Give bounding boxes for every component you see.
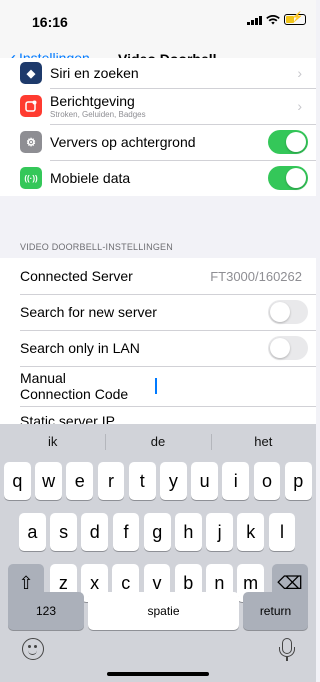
connected-server-value: FT3000/160262 bbox=[210, 268, 302, 284]
emoji-icon[interactable] bbox=[22, 638, 44, 660]
key-e[interactable]: e bbox=[66, 462, 94, 500]
search-lan-row: Search only in LAN bbox=[0, 330, 316, 366]
status-time: 16:16 bbox=[32, 14, 68, 30]
key-y[interactable]: y bbox=[160, 462, 187, 500]
battery-icon: ⚡ bbox=[284, 12, 306, 25]
chevron-right-icon: › bbox=[297, 65, 302, 81]
antenna-icon: ((·)) bbox=[20, 167, 42, 189]
status-bar: 16:16 ⚡ bbox=[0, 0, 316, 46]
mobile-data-row: ((·)) Mobiele data bbox=[0, 160, 316, 196]
wifi-icon bbox=[266, 14, 280, 24]
key-h[interactable]: h bbox=[175, 513, 202, 551]
search-new-server-row: Search for new server bbox=[0, 294, 316, 330]
background-refresh-toggle[interactable] bbox=[268, 130, 308, 154]
key-s[interactable]: s bbox=[50, 513, 77, 551]
text-cursor bbox=[155, 378, 157, 394]
key-k[interactable]: k bbox=[237, 513, 265, 551]
siri-label: Siri en zoeken bbox=[50, 65, 139, 81]
status-icons: ⚡ bbox=[247, 12, 306, 25]
microphone-base bbox=[286, 656, 288, 661]
key-t[interactable]: t bbox=[128, 462, 156, 500]
key-u[interactable]: u bbox=[191, 462, 218, 500]
notifications-sublabel: Stroken, Geluiden, Badges bbox=[50, 110, 146, 119]
chevron-right-icon: › bbox=[297, 98, 302, 114]
key-o[interactable]: o bbox=[253, 462, 281, 500]
key-r[interactable]: r bbox=[97, 462, 125, 500]
key-w[interactable]: w bbox=[35, 462, 62, 500]
doorbell-settings-group: Connected Server FT3000/160262 Search fo… bbox=[0, 258, 316, 436]
key-f[interactable]: f bbox=[112, 513, 140, 551]
notifications-label: Berichtgeving bbox=[50, 93, 135, 109]
siri-icon: ◆ bbox=[20, 62, 42, 84]
key-g[interactable]: g bbox=[143, 513, 171, 551]
suggestion-1[interactable]: ik bbox=[0, 424, 105, 460]
manual-code-label: Manual Connection Code bbox=[20, 370, 129, 402]
connected-server-row: Connected Server FT3000/160262 bbox=[0, 258, 316, 294]
gear-icon: ⚙ bbox=[20, 131, 42, 153]
suggestion-bar: ik de het bbox=[0, 424, 316, 460]
siri-row[interactable]: ◆ Siri en zoeken › bbox=[0, 58, 316, 88]
key-l[interactable]: l bbox=[268, 513, 296, 551]
search-new-server-toggle[interactable] bbox=[268, 300, 308, 324]
cellular-signal-icon bbox=[247, 15, 262, 25]
key-d[interactable]: d bbox=[81, 513, 109, 551]
notifications-row[interactable]: Berichtgeving Stroken, Geluiden, Badges … bbox=[0, 88, 316, 124]
space-key[interactable]: spatie bbox=[88, 592, 239, 630]
keyboard: ik de het qwertyuiop asdfghjkl zxcvbnm ⇧… bbox=[0, 424, 316, 682]
key-q[interactable]: q bbox=[4, 462, 31, 500]
key-i[interactable]: i bbox=[222, 462, 250, 500]
return-key[interactable]: return bbox=[243, 592, 308, 630]
manual-code-row[interactable]: Manual Connection Code bbox=[0, 366, 316, 406]
key-j[interactable]: j bbox=[206, 513, 233, 551]
key-p[interactable]: p bbox=[284, 462, 312, 500]
section-header: VIDEO DOORBELL-INSTELLINGEN bbox=[20, 242, 173, 252]
mobile-data-toggle[interactable] bbox=[268, 166, 308, 190]
background-refresh-row: ⚙ Ververs op achtergrond bbox=[0, 124, 316, 160]
numbers-key[interactable]: 123 bbox=[8, 592, 84, 630]
search-lan-toggle[interactable] bbox=[268, 336, 308, 360]
app-permissions-group: ◆ Siri en zoeken › Berichtgeving Stroken… bbox=[0, 58, 316, 196]
suggestion-3[interactable]: het bbox=[210, 424, 316, 460]
suggestion-2[interactable]: de bbox=[105, 424, 210, 460]
home-indicator bbox=[107, 672, 209, 676]
notifications-icon bbox=[20, 95, 42, 117]
key-a[interactable]: a bbox=[19, 513, 46, 551]
